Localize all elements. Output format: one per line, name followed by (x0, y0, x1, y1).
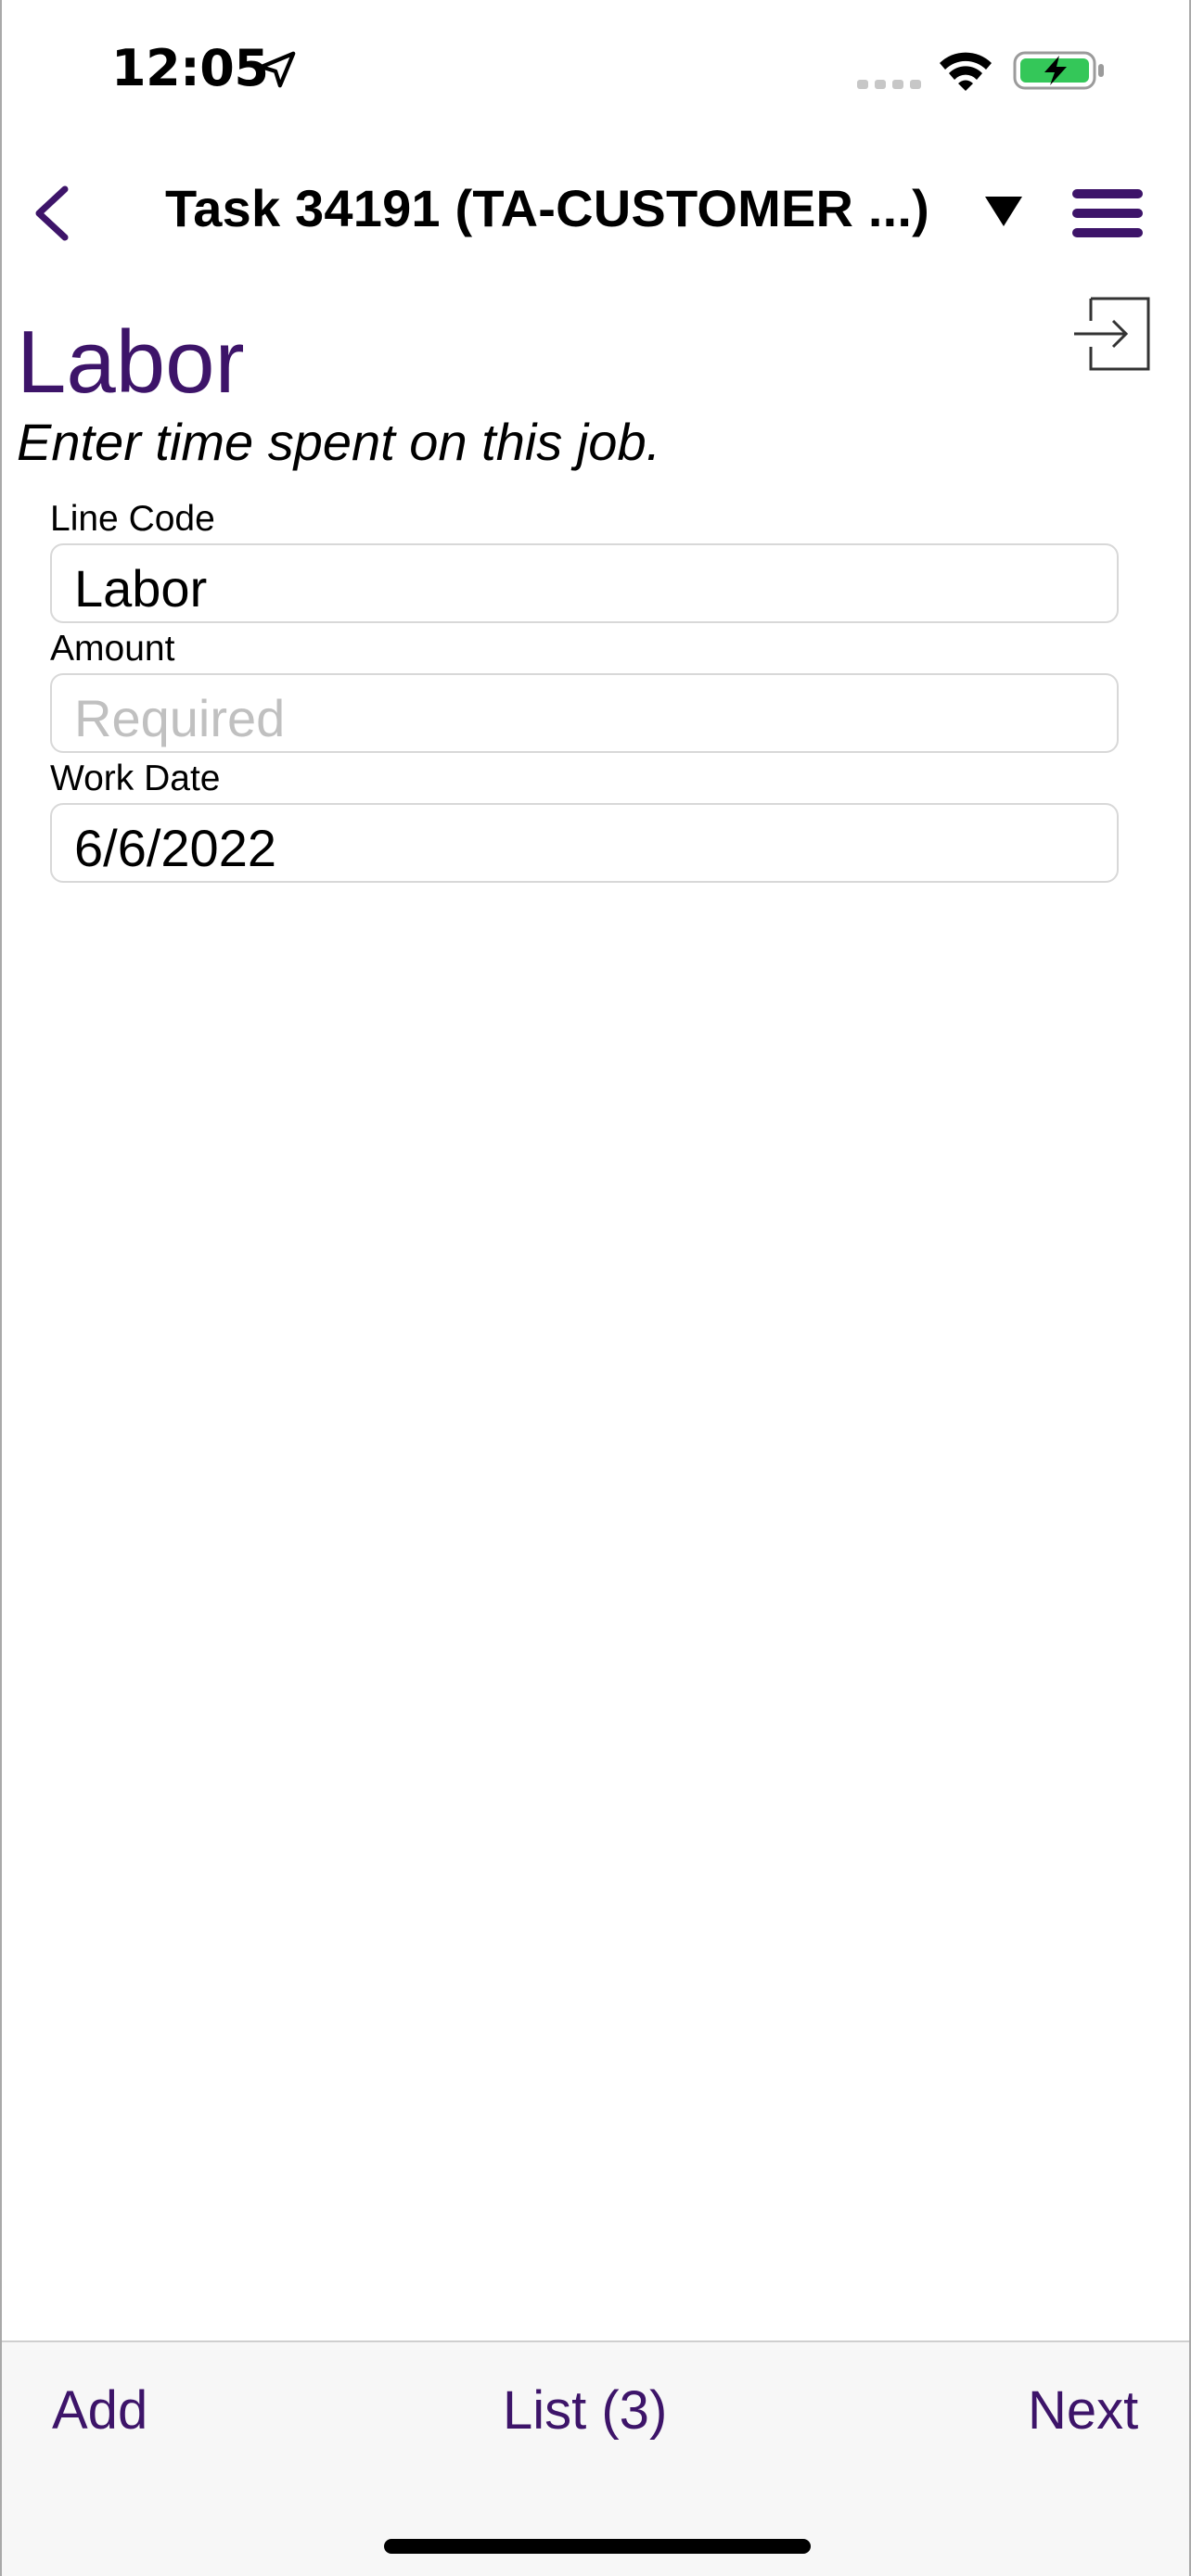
line-code-field[interactable]: Labor (50, 543, 1119, 623)
add-button[interactable]: Add (52, 2379, 147, 2442)
dropdown-triangle-icon (985, 197, 1022, 226)
line-code-value: Labor (74, 559, 208, 618)
status-bar: 12:05 (2, 0, 1189, 139)
amount-field[interactable]: Required (50, 673, 1119, 753)
status-time: 12:05 (111, 39, 269, 97)
exit-button[interactable] (1070, 291, 1154, 375)
battery-charging-icon (1013, 51, 1104, 90)
menu-button[interactable] (1069, 180, 1146, 247)
nav-bar: Task 34191 (TA-CUSTOMER ...) (2, 158, 1189, 269)
page-subtitle: Enter time spent on this job. (17, 413, 661, 471)
chevron-left-icon (35, 185, 69, 241)
page-title: Labor (17, 312, 245, 412)
task-dropdown-button[interactable] (978, 187, 1030, 239)
line-code-label: Line Code (50, 499, 215, 539)
home-indicator (384, 2539, 811, 2554)
hamburger-menu-icon (1072, 189, 1143, 237)
work-date-value: 6/6/2022 (74, 819, 276, 877)
next-button[interactable]: Next (1028, 2379, 1138, 2442)
nav-title[interactable]: Task 34191 (TA-CUSTOMER ...) (165, 178, 929, 238)
work-date-field[interactable]: 6/6/2022 (50, 803, 1119, 883)
cellular-signal-icon (857, 80, 921, 89)
back-button[interactable] (22, 174, 87, 252)
wifi-icon (940, 52, 992, 91)
amount-placeholder: Required (74, 689, 286, 747)
amount-label: Amount (50, 629, 175, 669)
location-arrow-icon (259, 51, 296, 88)
list-button[interactable]: List (3) (503, 2379, 667, 2442)
sign-in-arrow-icon (1074, 297, 1150, 371)
work-date-label: Work Date (50, 759, 221, 798)
